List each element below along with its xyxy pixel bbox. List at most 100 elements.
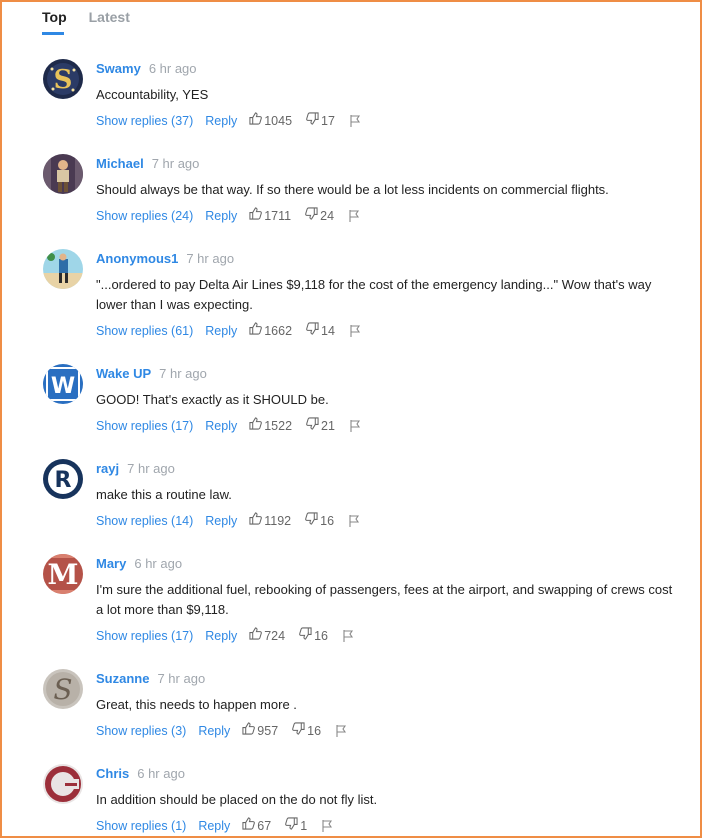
thumbs-down-icon [285, 817, 300, 834]
comment-actions: Show replies (3) Reply 957 16 [96, 722, 347, 739]
downvote-button[interactable]: 16 [305, 512, 334, 529]
upvote-button[interactable]: 1522 [249, 417, 292, 434]
upvote-count: 67 [257, 818, 272, 833]
avatar[interactable]: R [43, 459, 83, 499]
upvote-button[interactable]: 1045 [249, 112, 292, 129]
comment-time: 6 hr ago [148, 61, 197, 76]
avatar[interactable]: W [43, 364, 83, 404]
author-name[interactable]: Chris [96, 766, 129, 781]
flag-icon[interactable] [321, 819, 333, 832]
flag-icon[interactable] [349, 114, 361, 127]
show-replies-link[interactable]: Show replies (17) [96, 628, 193, 644]
thumbs-up-icon [242, 817, 257, 834]
comment-time: 7 hr ago [151, 156, 200, 171]
avatar[interactable]: S [43, 669, 83, 709]
thumbs-down-icon [292, 722, 307, 739]
flag-icon[interactable] [348, 209, 360, 222]
thumbs-up-icon [249, 512, 264, 529]
thumbs-down-icon [305, 512, 320, 529]
upvote-button[interactable]: 1192 [249, 512, 291, 529]
downvote-count: 14 [321, 323, 335, 338]
show-replies-link[interactable]: Show replies (3) [96, 723, 186, 739]
downvote-button[interactable]: 1 [285, 817, 307, 834]
downvote-count: 16 [314, 628, 328, 643]
upvote-button[interactable]: 1662 [249, 322, 292, 339]
comment-time: 6 hr ago [137, 766, 185, 781]
sort-tabs: Top Latest [42, 8, 130, 35]
author-name[interactable]: Wake UP [96, 366, 151, 381]
avatar[interactable]: S [43, 59, 83, 99]
show-replies-link[interactable]: Show replies (17) [96, 418, 193, 434]
downvote-button[interactable]: 21 [306, 417, 335, 434]
flag-icon[interactable] [348, 514, 360, 527]
flag-icon[interactable] [349, 419, 361, 432]
author-name[interactable]: Mary [96, 556, 126, 571]
thumbs-up-icon [249, 207, 264, 224]
thumbs-up-icon [249, 322, 264, 339]
show-replies-link[interactable]: Show replies (14) [96, 513, 193, 529]
reply-button[interactable]: Reply [205, 208, 237, 224]
upvote-button[interactable]: 957 [242, 722, 278, 739]
reply-button[interactable]: Reply [205, 113, 237, 129]
downvote-count: 21 [321, 418, 335, 433]
downvote-count: 1 [300, 818, 308, 833]
upvote-count: 724 [264, 628, 286, 643]
reply-button[interactable]: Reply [198, 818, 230, 834]
comment-actions: Show replies (24) Reply 1711 24 [96, 207, 360, 224]
downvote-button[interactable]: 16 [299, 627, 328, 644]
comment-actions: Show replies (37) Reply 1045 17 [96, 112, 361, 129]
thumbs-up-icon [249, 112, 264, 129]
thumbs-down-icon [306, 322, 321, 339]
svg-text:R: R [55, 468, 72, 493]
reply-button[interactable]: Reply [205, 628, 237, 644]
author-name[interactable]: Suzanne [96, 671, 149, 686]
thumbs-down-icon [306, 417, 321, 434]
flag-icon[interactable] [342, 629, 354, 642]
avatar[interactable] [43, 764, 83, 804]
svg-text:W: W [51, 374, 75, 399]
author-name[interactable]: Swamy [96, 61, 141, 76]
comment-text: GOOD! That's exactly as it SHOULD be. [96, 392, 329, 407]
author-name[interactable]: Anonymous1 [96, 251, 178, 266]
author-name[interactable]: Michael [96, 156, 144, 171]
show-replies-link[interactable]: Show replies (24) [96, 208, 193, 224]
avatar[interactable] [43, 249, 83, 289]
reply-button[interactable]: Reply [198, 723, 230, 739]
author-name[interactable]: rayj [96, 461, 119, 476]
avatar[interactable] [43, 154, 83, 194]
comment-actions: Show replies (61) Reply 1662 14 [96, 322, 361, 339]
reply-button[interactable]: Reply [205, 323, 237, 339]
downvote-button[interactable]: 24 [305, 207, 334, 224]
thumbs-up-icon [249, 627, 264, 644]
upvote-button[interactable]: 1711 [249, 207, 291, 224]
comment-text: I'm sure the additional fuel, rebooking … [96, 582, 673, 617]
downvote-count: 17 [321, 113, 335, 128]
tab-latest[interactable]: Latest [89, 8, 130, 35]
reply-button[interactable]: Reply [205, 513, 237, 529]
upvote-count: 957 [257, 723, 279, 738]
flag-icon[interactable] [349, 324, 361, 337]
reply-button[interactable]: Reply [205, 418, 237, 434]
svg-text:M: M [48, 558, 79, 591]
comment-time: 7 hr ago [159, 366, 207, 381]
downvote-button[interactable]: 14 [306, 322, 335, 339]
upvote-count: 1522 [264, 418, 293, 433]
show-replies-link[interactable]: Show replies (61) [96, 323, 193, 339]
downvote-button[interactable]: 16 [292, 722, 321, 739]
show-replies-link[interactable]: Show replies (37) [96, 113, 193, 129]
upvote-button[interactable]: 724 [249, 627, 285, 644]
avatar[interactable]: M [43, 554, 83, 594]
show-replies-link[interactable]: Show replies (1) [96, 818, 186, 834]
upvote-button[interactable]: 67 [242, 817, 271, 834]
upvote-count: 1711 [264, 208, 292, 223]
flag-icon[interactable] [335, 724, 347, 737]
comment-time: 6 hr ago [134, 556, 183, 571]
comment-text: Great, this needs to happen more . [96, 697, 297, 712]
comment-text: Should always be that way. If so there w… [96, 182, 609, 197]
tab-top[interactable]: Top [42, 8, 67, 35]
downvote-button[interactable]: 17 [306, 112, 335, 129]
comment-time: 7 hr ago [157, 671, 206, 686]
comment-text: make this a routine law. [96, 487, 232, 502]
comment-actions: Show replies (1) Reply 67 1 [96, 817, 333, 834]
thumbs-down-icon [306, 112, 321, 129]
